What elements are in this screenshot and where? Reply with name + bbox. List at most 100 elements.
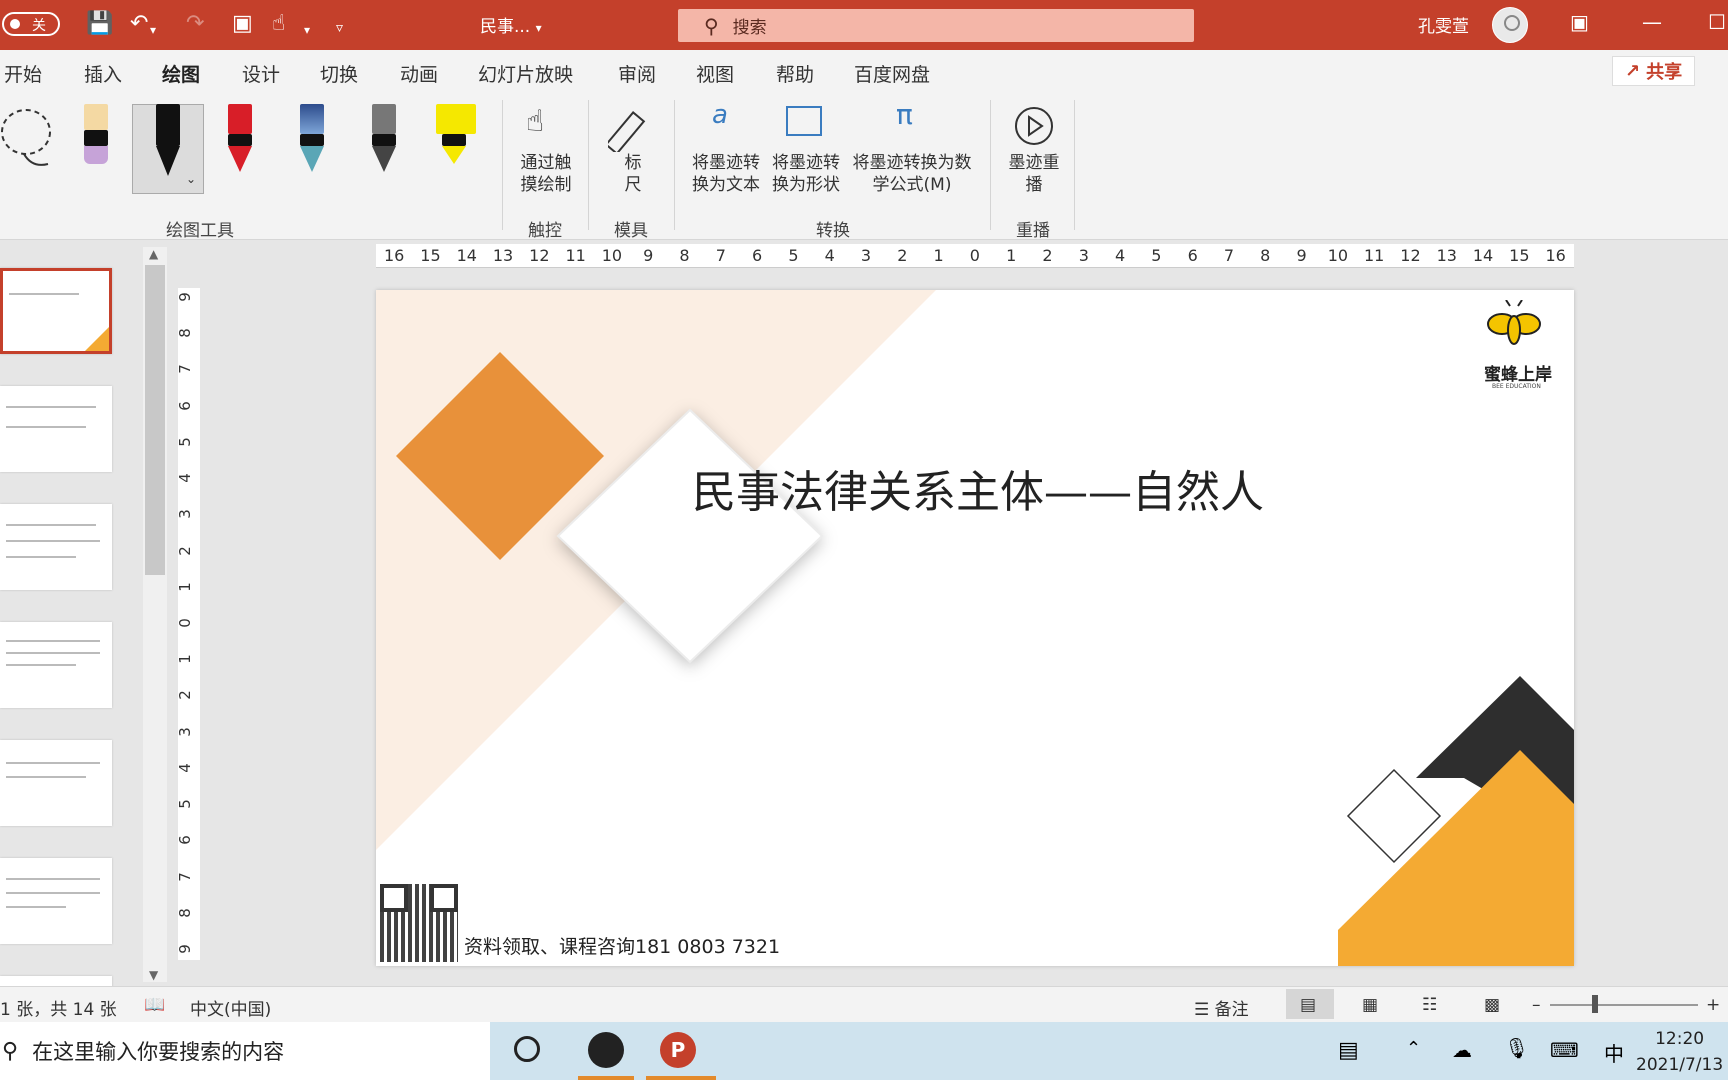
tab-transitions[interactable]: 切换: [320, 60, 358, 87]
zoom-out-icon[interactable]: –: [1532, 995, 1541, 1015]
autosave-switch[interactable]: 关: [2, 12, 60, 36]
spell-check-icon[interactable]: 📖: [144, 995, 165, 1015]
ime-indicator[interactable]: 中: [1604, 1038, 1624, 1067]
obs-icon[interactable]: [588, 1032, 624, 1068]
touch-draw-icon[interactable]: ☝: [526, 104, 544, 139]
touch-mode-icon[interactable]: ☝: [272, 12, 285, 36]
ruler-tick-label: 0: [969, 246, 980, 265]
pencil-icon[interactable]: [366, 104, 402, 176]
tab-home[interactable]: 开始: [4, 60, 42, 87]
scroll-up-icon[interactable]: ▲: [149, 247, 158, 261]
ruler-tick-label: 11: [1363, 246, 1385, 265]
ruler-tick-label: 6: [175, 835, 194, 846]
powerpoint-icon[interactable]: P: [660, 1032, 696, 1068]
ruler-button[interactable]: 标尺: [618, 152, 648, 196]
ribbon-display-options-icon[interactable]: ▣: [1570, 10, 1589, 34]
ruler-tick-label: 5: [175, 799, 194, 809]
slide-thumbnail[interactable]: [0, 740, 112, 826]
autosave-toggle[interactable]: 关: [0, 10, 60, 38]
user-name[interactable]: 孔雯萱: [1418, 12, 1469, 37]
ruler-tick-label: 8: [175, 328, 194, 338]
slide-thumbnail[interactable]: [0, 504, 112, 590]
search-box[interactable]: ⚲ 搜索: [678, 9, 1194, 42]
ruler-tick-label: 4: [824, 246, 835, 265]
ink-replay-icon[interactable]: [1012, 104, 1056, 148]
pen-options-chevron-icon[interactable]: ⌄: [186, 172, 196, 186]
highlighter-pen-icon[interactable]: [78, 104, 114, 176]
ink-to-shape-button[interactable]: 将墨迹转换为形状: [768, 152, 844, 196]
tab-animations[interactable]: 动画: [400, 60, 438, 87]
lasso-select-icon[interactable]: [0, 106, 62, 168]
slide-canvas[interactable]: 蜜蜂上岸 BEE EDUCATION 民事法律关系主体——自然人 资料领取、课程…: [376, 290, 1574, 966]
ink-to-math-icon[interactable]: π: [896, 98, 913, 131]
touch-group-label: 触控: [528, 221, 562, 241]
zoom-slider-track[interactable]: [1550, 1004, 1698, 1006]
taskbar-search-box[interactable]: ⚲ 在这里输入你要搜索的内容: [0, 1022, 490, 1080]
ruler-tick-label: 7: [1223, 246, 1235, 265]
document-title[interactable]: 民事... ▾: [480, 12, 542, 37]
notes-button[interactable]: ☰ 备注: [1194, 995, 1249, 1020]
tab-slideshow[interactable]: 幻灯片放映: [478, 60, 573, 87]
slide-thumbnail[interactable]: [0, 858, 112, 944]
scrollbar-thumb[interactable]: [145, 265, 165, 575]
zoom-in-icon[interactable]: +: [1706, 995, 1720, 1015]
onedrive-icon[interactable]: ☁: [1452, 1038, 1472, 1062]
ruler-icon[interactable]: [608, 102, 658, 152]
yellow-highlighter-icon[interactable]: [436, 104, 476, 176]
tab-review[interactable]: 审阅: [618, 60, 656, 87]
presentation-icon[interactable]: ▣: [232, 12, 253, 36]
ruler-tick-label: 4: [175, 473, 194, 483]
keyboard-icon[interactable]: ⌨: [1550, 1038, 1579, 1062]
taskbar-search-placeholder: 在这里输入你要搜索的内容: [32, 1040, 285, 1064]
undo-icon[interactable]: ↶: [130, 12, 148, 36]
horizontal-ruler: 16 15 14 13 12 11 10 9 8 7 6 5 4 3 2 1 0 1 2 3 4 5 6 7 8 9 10 11 12 1…: [376, 244, 1574, 268]
undo-dropdown-icon[interactable]: ▾: [150, 18, 156, 42]
ruler-tick-label: 15: [1509, 246, 1530, 265]
customize-toolbar-icon[interactable]: ▿: [336, 16, 343, 40]
black-pen-icon[interactable]: [150, 104, 186, 176]
galaxy-pen-icon[interactable]: [294, 104, 330, 176]
language-indicator[interactable]: 中文(中国): [190, 995, 271, 1020]
touch-mode-dropdown-icon[interactable]: ▾: [304, 18, 310, 42]
slide-thumbnail[interactable]: [0, 622, 112, 708]
tab-draw[interactable]: 绘图: [162, 60, 201, 95]
share-button[interactable]: ↗ 共享: [1612, 56, 1696, 86]
ink-to-shape-icon[interactable]: [786, 106, 822, 136]
save-icon[interactable]: 💾: [86, 12, 113, 36]
red-pen-icon[interactable]: [222, 104, 258, 176]
slide-thumbnail[interactable]: [0, 268, 112, 354]
scroll-down-icon[interactable]: ▼: [149, 968, 158, 982]
ruler-tick-label: 9: [175, 944, 194, 954]
slide-title[interactable]: 民事法律关系主体——自然人: [692, 456, 1264, 520]
tab-help[interactable]: 帮助: [776, 60, 814, 87]
system-clock[interactable]: 12:20 2021/7/13: [1636, 1026, 1723, 1078]
maximize-icon[interactable]: ☐: [1708, 10, 1726, 34]
user-avatar[interactable]: [1492, 7, 1528, 43]
tab-insert[interactable]: 插入: [84, 60, 122, 87]
clock-time: 12:20: [1655, 1029, 1705, 1049]
ink-replay-button[interactable]: 墨迹重播: [1008, 152, 1060, 196]
ink-to-text-button[interactable]: 将墨迹转换为文本: [688, 152, 764, 196]
contact-text[interactable]: 资料领取、课程咨询181 0803 7321: [464, 932, 780, 959]
slide-sorter-icon[interactable]: ▦: [1362, 995, 1378, 1015]
tray-overflow-icon[interactable]: ⌃: [1406, 1038, 1421, 1059]
zoom-slider-thumb[interactable]: [1592, 995, 1598, 1013]
ink-to-math-button[interactable]: 将墨迹转换为数学公式(M): [846, 152, 978, 196]
minimize-icon[interactable]: —: [1642, 10, 1662, 34]
ink-to-text-icon[interactable]: a: [712, 100, 728, 130]
tab-view[interactable]: 视图: [696, 60, 734, 87]
group-separator: [502, 100, 503, 230]
slide-thumbnail[interactable]: [0, 386, 112, 472]
powerpoint-active-indicator: [646, 1076, 716, 1080]
slideshow-view-icon[interactable]: ▩: [1484, 995, 1500, 1015]
slide-count: 1 张，共 14 张: [0, 1000, 117, 1020]
microphone-icon[interactable]: 🎙: [1504, 1036, 1529, 1060]
thumbnail-scrollbar[interactable]: ▲ ▼: [143, 247, 167, 982]
ruler-tick-label: 0: [175, 618, 194, 628]
reading-view-icon[interactable]: ☷: [1422, 995, 1437, 1015]
news-widget-icon[interactable]: ▤: [1338, 1038, 1359, 1063]
tab-baidu-netdisk[interactable]: 百度网盘: [854, 60, 930, 87]
touch-draw-button[interactable]: 通过触摸绘制: [516, 152, 576, 196]
cortana-icon[interactable]: [514, 1036, 540, 1062]
tab-design[interactable]: 设计: [242, 60, 280, 87]
